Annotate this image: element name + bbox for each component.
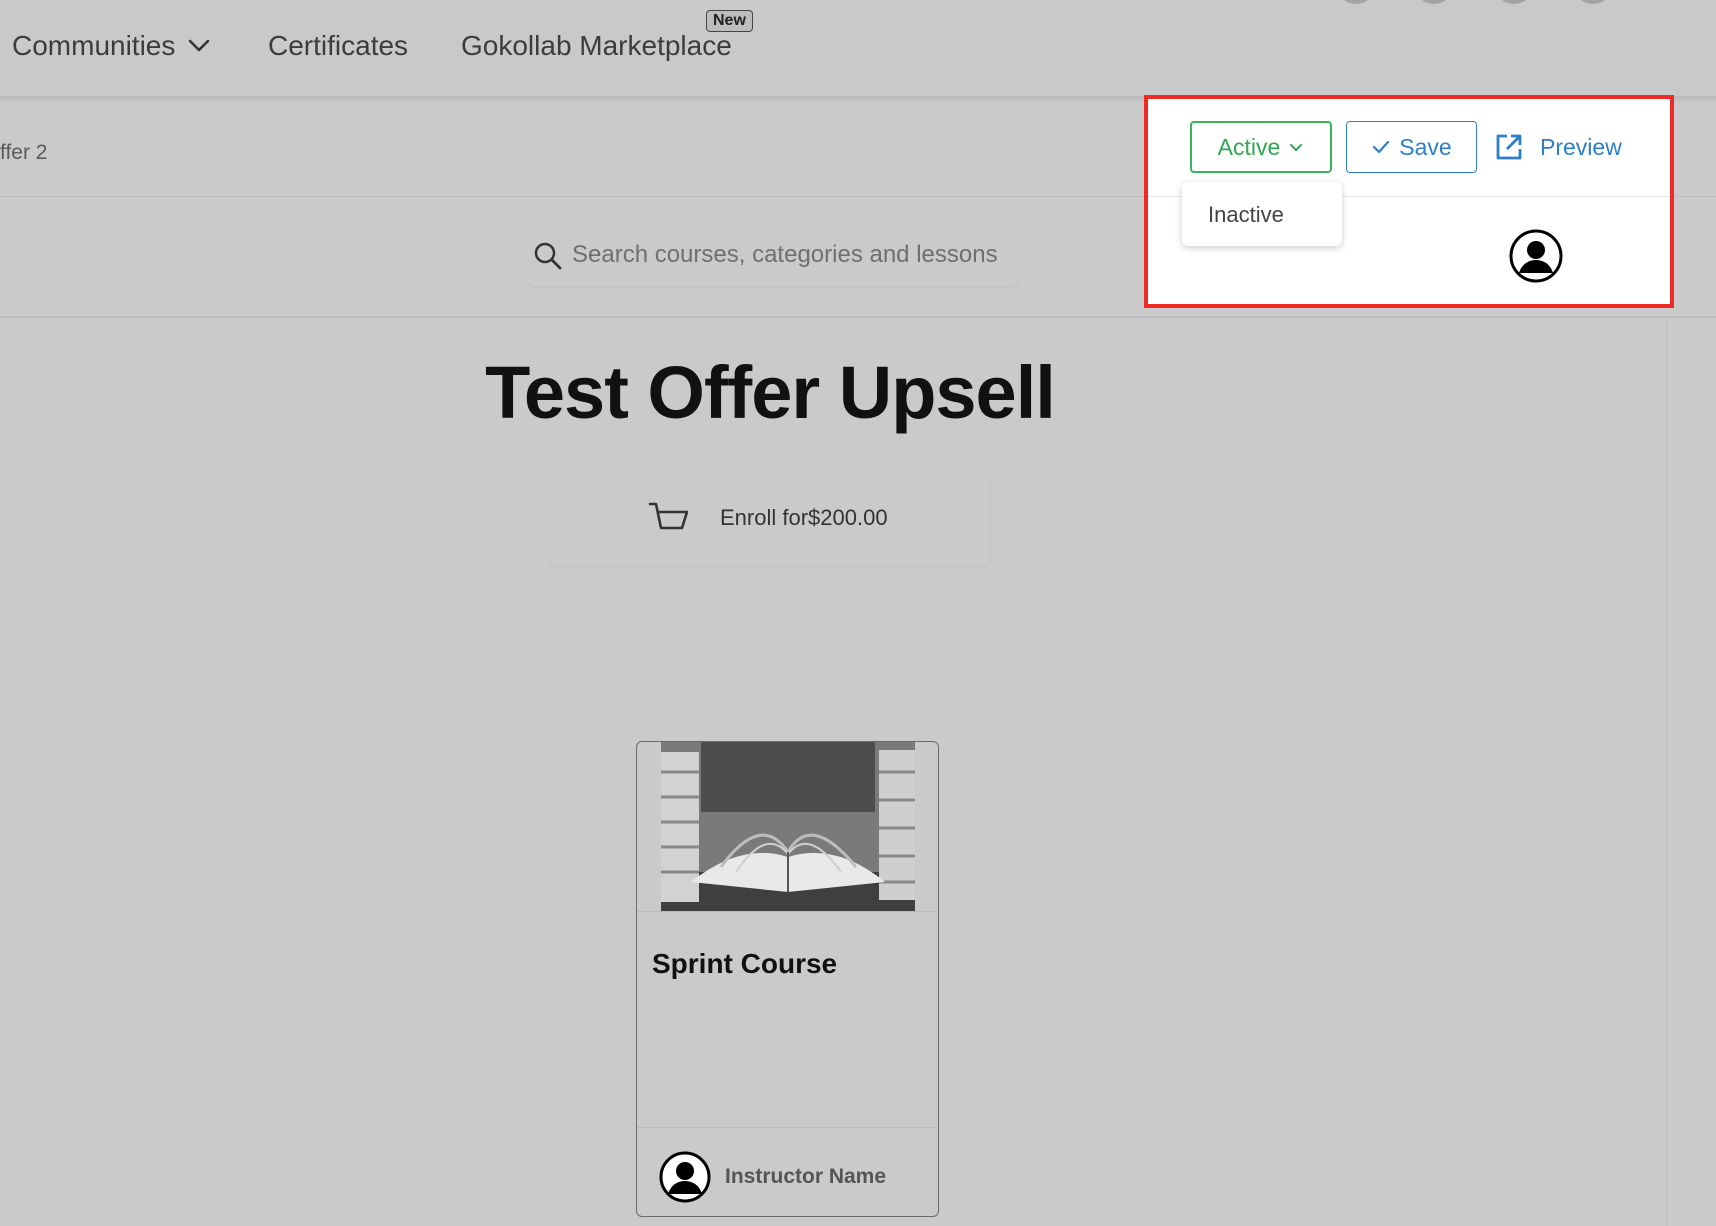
nav-item-marketplace[interactable]: Gokollab Marketplace	[461, 30, 732, 62]
top-navigation: Communities Certificates Gokollab Market…	[0, 0, 1716, 98]
course-title: Sprint Course	[652, 948, 838, 979]
search-icon	[534, 242, 562, 270]
status-dropdown-button[interactable]: Active	[1190, 121, 1332, 173]
preview-button[interactable]: Preview	[1494, 121, 1624, 173]
nav-item-communities[interactable]: Communities	[12, 30, 211, 62]
nav-avatar[interactable]	[1414, 0, 1454, 4]
divider	[637, 911, 938, 912]
user-avatar-icon[interactable]	[1508, 228, 1564, 284]
instructor-avatar-icon	[659, 1151, 711, 1203]
nav-item-certificates[interactable]: Certificates	[268, 30, 408, 62]
chevron-down-icon	[1290, 144, 1303, 151]
nav-avatar[interactable]	[1494, 0, 1534, 4]
dropdown-option-inactive[interactable]: Inactive	[1208, 202, 1284, 228]
chevron-down-icon	[189, 39, 210, 52]
external-link-icon	[1496, 134, 1522, 160]
save-button[interactable]: Save	[1346, 121, 1477, 173]
content-border	[1666, 316, 1667, 1226]
save-label: Save	[1399, 133, 1452, 160]
status-dropdown-menu: Inactive	[1182, 182, 1342, 246]
nav-item-label: Certificates	[268, 30, 409, 61]
new-badge: New	[706, 10, 753, 32]
breadcrumb: ffer 2	[0, 141, 48, 164]
course-thumbnail	[661, 742, 915, 911]
nav-avatar[interactable]	[1336, 0, 1376, 4]
search-placeholder: Search courses, categories and lessons	[572, 241, 998, 268]
preview-label: Preview	[1540, 133, 1622, 160]
instructor-name: Instructor Name	[725, 1165, 887, 1188]
cart-icon	[648, 502, 689, 530]
divider	[637, 1127, 938, 1128]
check-icon	[1373, 140, 1390, 154]
nav-item-label: Gokollab Marketplace	[461, 30, 732, 61]
nav-item-label: Communities	[12, 30, 176, 61]
nav-avatar[interactable]	[1573, 0, 1613, 4]
offer-title: Test Offer Upsell	[485, 351, 1056, 434]
status-label: Active	[1217, 133, 1281, 160]
enroll-label: Enroll for$200.00	[720, 505, 888, 530]
